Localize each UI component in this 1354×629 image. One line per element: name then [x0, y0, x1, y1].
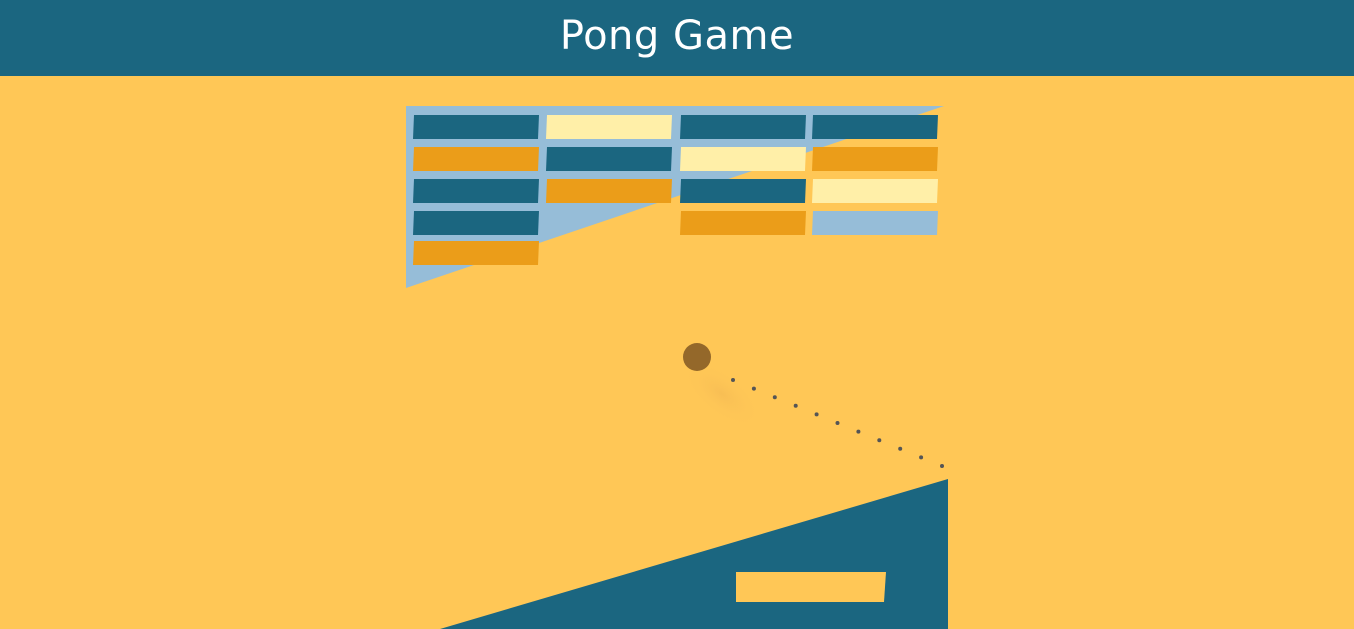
trajectory-dot: [856, 429, 861, 434]
brick: [680, 179, 806, 203]
trajectory-dot: [835, 421, 840, 425]
trajectory-dot: [751, 386, 756, 391]
brick: [680, 147, 806, 171]
brick: [413, 179, 539, 203]
brick: [680, 211, 806, 235]
trajectory-dot: [940, 464, 944, 468]
brick: [812, 147, 938, 171]
title-bar: Pong Game: [0, 0, 1354, 76]
paddle[interactable]: [736, 572, 886, 602]
trajectory-dot: [793, 403, 798, 408]
trajectory-dot: [898, 446, 903, 451]
brick: [413, 115, 539, 139]
trajectory-dot: [814, 412, 819, 417]
game-canvas[interactable]: [0, 76, 1354, 629]
trajectory-dot: [731, 378, 735, 382]
brick: [680, 115, 806, 139]
trajectory-dot: [772, 395, 777, 400]
game-stage[interactable]: [0, 76, 1354, 629]
trajectory-dot: [877, 438, 882, 443]
page-title: Pong Game: [559, 13, 795, 59]
brick: [546, 179, 672, 203]
brick: [812, 115, 938, 139]
brick: [812, 179, 938, 203]
ball: [683, 343, 711, 371]
brick: [413, 211, 539, 235]
brick: [546, 115, 672, 139]
brick: [812, 211, 938, 235]
floor-ramp: [440, 479, 948, 629]
brick: [546, 147, 672, 171]
brick: [413, 147, 539, 171]
brick: [413, 241, 539, 265]
trajectory-dot: [919, 455, 924, 460]
